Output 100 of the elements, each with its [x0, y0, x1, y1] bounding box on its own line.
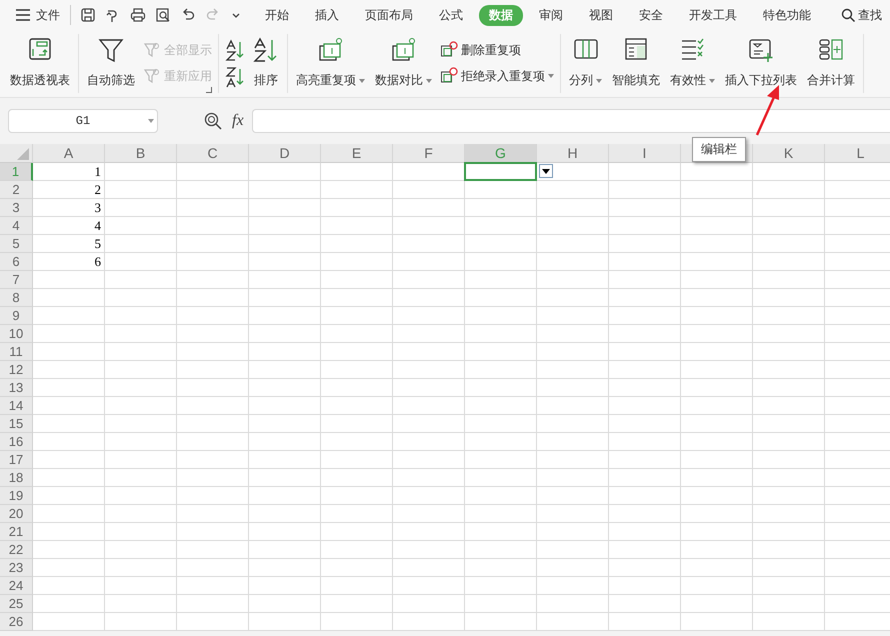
row-header[interactable]: 26 — [0, 613, 33, 631]
search-button[interactable]: 查找 — [841, 6, 882, 24]
table-cell — [753, 469, 825, 487]
table-cell — [105, 595, 177, 613]
column-header[interactable]: K — [753, 144, 825, 163]
sort-descending-icon[interactable] — [225, 66, 245, 88]
column-header[interactable]: L — [825, 144, 890, 163]
row-header[interactable]: 8 — [0, 289, 33, 307]
column-header[interactable]: H — [537, 144, 609, 163]
table-cell — [177, 577, 249, 595]
row-header[interactable]: 21 — [0, 523, 33, 541]
column-header[interactable]: I — [609, 144, 681, 163]
menu-tab[interactable]: 安全 — [629, 4, 673, 26]
row-header[interactable]: 15 — [0, 415, 33, 433]
table-cell — [321, 325, 393, 343]
print-icon[interactable] — [130, 7, 146, 23]
table-cell — [681, 325, 753, 343]
file-menu[interactable]: 文件 — [15, 6, 60, 24]
table-cell — [321, 361, 393, 379]
table-cell — [33, 577, 105, 595]
menu-tab[interactable]: 数据 — [479, 4, 523, 26]
save-icon[interactable] — [80, 7, 96, 23]
table-cell — [177, 559, 249, 577]
table-cell: 3 — [33, 199, 105, 217]
ribbon-button[interactable]: 数据对比 — [373, 33, 434, 97]
row-header[interactable]: 23 — [0, 559, 33, 577]
column-header[interactable]: C — [177, 144, 249, 163]
row-header[interactable]: 2 — [0, 181, 33, 199]
table-cell — [609, 343, 681, 361]
row-header[interactable]: 10 — [0, 325, 33, 343]
print-preview-icon[interactable] — [155, 7, 171, 23]
name-box[interactable]: G1 — [8, 109, 158, 133]
launcher-icon[interactable] — [206, 87, 212, 93]
ribbon-button[interactable]: 自动筛选 — [85, 33, 137, 97]
ribbon-button[interactable]: 数据透视表 — [8, 33, 72, 97]
duplicate-icon — [390, 37, 416, 63]
row-header[interactable]: 1 — [0, 163, 33, 181]
ribbon-button[interactable]: 合并计算 — [805, 33, 857, 97]
ribbon-button[interactable]: 有效性 — [668, 33, 717, 97]
table-cell — [33, 271, 105, 289]
column-header[interactable]: E — [321, 144, 393, 163]
ribbon-button[interactable]: 分列 — [567, 33, 604, 97]
table-cell — [321, 541, 393, 559]
menu-tab[interactable]: 特色功能 — [753, 4, 821, 26]
table-cell — [177, 217, 249, 235]
row-header[interactable]: 20 — [0, 505, 33, 523]
column-header[interactable]: G — [465, 144, 537, 163]
row-header[interactable]: 9 — [0, 307, 33, 325]
row-header[interactable]: 13 — [0, 379, 33, 397]
row-header[interactable]: 17 — [0, 451, 33, 469]
validation-dropdown-button[interactable] — [539, 164, 553, 178]
menu-tab[interactable]: 开始 — [255, 4, 299, 26]
menu-tab[interactable]: 视图 — [579, 4, 623, 26]
row-header[interactable]: 19 — [0, 487, 33, 505]
row-header[interactable]: 11 — [0, 343, 33, 361]
table-cell — [393, 487, 465, 505]
ribbon-button[interactable]: 插入下拉列表 — [723, 33, 799, 97]
row-header[interactable]: 3 — [0, 199, 33, 217]
table-cell — [393, 577, 465, 595]
formula-input[interactable] — [252, 109, 890, 133]
table-cell — [249, 253, 321, 271]
sort-ascending-icon[interactable] — [225, 38, 245, 60]
table-cell — [393, 271, 465, 289]
row-header[interactable]: 5 — [0, 235, 33, 253]
table-cell — [177, 415, 249, 433]
row-header[interactable]: 12 — [0, 361, 33, 379]
ribbon-button[interactable]: 删除重复项 — [440, 41, 554, 59]
table-cell — [33, 433, 105, 451]
table-cell — [609, 289, 681, 307]
row-header[interactable]: 7 — [0, 271, 33, 289]
table-cell — [105, 325, 177, 343]
row-header[interactable]: 24 — [0, 577, 33, 595]
table-cell — [393, 415, 465, 433]
column-header[interactable]: F — [393, 144, 465, 163]
row-header[interactable]: 16 — [0, 433, 33, 451]
row-header[interactable]: 14 — [0, 397, 33, 415]
menu-tab[interactable]: 开发工具 — [679, 4, 747, 26]
menu-tab[interactable]: 插入 — [305, 4, 349, 26]
zoom-icon[interactable] — [204, 112, 222, 130]
table-cell — [177, 253, 249, 271]
table-cell — [609, 217, 681, 235]
column-header[interactable]: D — [249, 144, 321, 163]
column-header[interactable]: A — [33, 144, 105, 163]
table-cell: 4 — [33, 217, 105, 235]
ribbon-button[interactable]: 智能填充 — [610, 33, 662, 97]
table-cell — [753, 577, 825, 595]
row-header[interactable]: 6 — [0, 253, 33, 271]
function-button[interactable]: fx — [232, 112, 244, 130]
menu-tab[interactable]: 审阅 — [529, 4, 573, 26]
row-header[interactable]: 22 — [0, 541, 33, 559]
ribbon-button[interactable]: 拒绝录入重复项 — [440, 67, 554, 85]
menu-tab[interactable]: 公式 — [429, 4, 473, 26]
menu-tab[interactable]: 页面布局 — [355, 4, 423, 26]
row-header[interactable]: 18 — [0, 469, 33, 487]
table-cell — [321, 181, 393, 199]
row-header[interactable]: 25 — [0, 595, 33, 613]
column-header[interactable]: B — [105, 144, 177, 163]
ribbon-button[interactable]: 高亮重复项 — [294, 33, 367, 97]
row-header[interactable]: 4 — [0, 217, 33, 235]
ribbon-button[interactable]: 排序 — [251, 33, 281, 97]
